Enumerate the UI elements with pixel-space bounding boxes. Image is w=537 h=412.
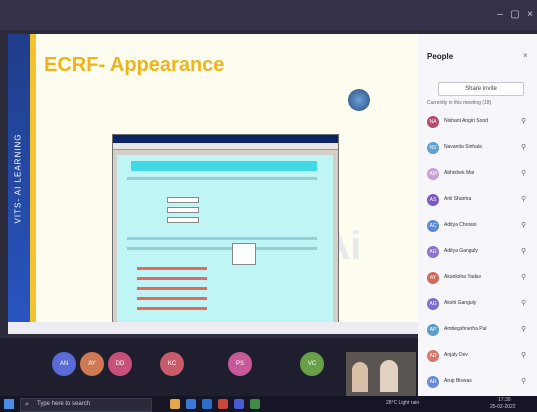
- participant-tile[interactable]: PS: [228, 352, 252, 376]
- participant-name: Nishant Angiri Sood: [444, 118, 488, 124]
- participant-row[interactable]: AP Ambegshnerha Pal ⚲: [418, 320, 537, 340]
- slide-logo: [348, 89, 370, 111]
- teams-icon[interactable]: [234, 399, 244, 409]
- slide-title: ECRF- Appearance: [44, 54, 225, 76]
- participant-name: Arup Biswas: [444, 378, 472, 384]
- share-invite-button[interactable]: Share invite: [438, 82, 524, 96]
- participant-row[interactable]: AS Anil Sharma ⚲: [418, 190, 537, 210]
- participant-name: Abhishek Mai: [444, 170, 475, 176]
- windows-taskbar: ⌕ Type here to search 28°C Light rain 17…: [0, 396, 537, 412]
- excel-icon[interactable]: [250, 399, 260, 409]
- participant-tile[interactable]: DD: [108, 352, 132, 376]
- ecrf-field: [167, 207, 199, 213]
- participant-tile[interactable]: VC: [300, 352, 324, 376]
- participant-name: Navanita Sinhala: [444, 144, 482, 150]
- avatar: AY: [427, 272, 439, 284]
- ecrf-row-red: [137, 277, 207, 280]
- ecrf-titlebar: [113, 135, 338, 143]
- participant-row[interactable]: AR Arup Biswas ⚲: [418, 372, 537, 392]
- participant-row[interactable]: AC Aditya Chotani ⚲: [418, 216, 537, 236]
- mic-muted-icon: ⚲: [521, 248, 527, 255]
- participant-row[interactable]: AD Anjaly Dev ⚲: [418, 346, 537, 366]
- avatar: AS: [427, 194, 439, 206]
- avatar: AR: [427, 376, 439, 388]
- ecrf-field: [167, 197, 199, 203]
- ecrf-row-red: [137, 267, 207, 270]
- participant-row[interactable]: AG Akshi Ganguly ⚲: [418, 294, 537, 314]
- ecrf-row: [127, 237, 317, 240]
- powerpoint-icon[interactable]: [218, 399, 228, 409]
- close-icon[interactable]: ×: [523, 51, 528, 60]
- weather-text: 28°C Light rain: [386, 400, 420, 406]
- mic-muted-icon: ⚲: [521, 170, 527, 177]
- video-person: [352, 362, 368, 392]
- window-titlebar: – ▢ ×: [0, 0, 537, 30]
- mic-muted-icon: ⚲: [521, 222, 527, 229]
- people-title: People: [427, 52, 454, 61]
- mic-muted-icon: ⚲: [521, 326, 527, 333]
- ecrf-screenshot: [112, 134, 339, 334]
- ecrf-row-red: [137, 297, 207, 300]
- participant-row[interactable]: AG Aditya Ganguly ⚲: [418, 242, 537, 262]
- taskbar-search-input[interactable]: ⌕ Type here to search: [20, 398, 152, 412]
- slide-controls: [8, 322, 418, 334]
- maximize-icon[interactable]: ▢: [510, 10, 520, 20]
- participant-row[interactable]: NA Nishant Angiri Sood ⚲: [418, 112, 537, 132]
- avatar: AD: [427, 350, 439, 362]
- ecrf-row-red: [137, 307, 207, 310]
- participant-name: Ambegshnerha Pal: [444, 326, 487, 332]
- avatar: NS: [427, 142, 439, 154]
- ecrf-form-header: [131, 161, 317, 171]
- ecrf-row: [127, 177, 317, 180]
- close-window-icon[interactable]: ×: [525, 10, 535, 20]
- windows-start-icon[interactable]: [4, 399, 14, 409]
- participant-name: Akshi Ganguly: [444, 300, 477, 306]
- participant-row[interactable]: AY Akanksha Yadav ⚲: [418, 268, 537, 288]
- avatar: NA: [427, 116, 439, 128]
- word-icon[interactable]: [202, 399, 212, 409]
- slide-brand-text: VITS- AI LEARNING: [13, 133, 23, 224]
- shared-slide: VITS- AI LEARNING ECRF- Appearance -Ai: [8, 34, 418, 334]
- mic-muted-icon: ⚲: [521, 118, 527, 125]
- avatar: AG: [427, 246, 439, 258]
- participant-name: Akanksha Yadav: [444, 274, 482, 280]
- mic-muted-icon: ⚲: [521, 300, 527, 307]
- ecrf-row-red: [137, 287, 207, 290]
- participant-name: Aditya Ganguly: [444, 248, 478, 254]
- participant-name: Anjaly Dev: [444, 352, 468, 358]
- participant-tile[interactable]: AY: [80, 352, 104, 376]
- ecrf-form: [117, 155, 333, 334]
- ecrf-row: [127, 247, 317, 250]
- edge-icon[interactable]: [186, 399, 196, 409]
- self-video: [346, 352, 416, 396]
- participant-name: Aditya Chotani: [444, 222, 477, 228]
- people-panel: People × Share invite Currently in this …: [418, 34, 537, 396]
- ecrf-menu: [113, 143, 338, 150]
- mic-muted-icon: ⚲: [521, 196, 527, 203]
- participant-row[interactable]: NS Navanita Sinhala ⚲: [418, 138, 537, 158]
- avatar: AM: [427, 168, 439, 180]
- minimize-icon[interactable]: –: [495, 10, 505, 20]
- mic-muted-icon: ⚲: [521, 378, 527, 385]
- meeting-section-label: Currently in this meeting (18): [427, 100, 492, 106]
- avatar: AC: [427, 220, 439, 232]
- participant-row[interactable]: AM Abhishek Mai ⚲: [418, 164, 537, 184]
- mic-muted-icon: ⚲: [521, 352, 527, 359]
- participant-tile[interactable]: AN: [52, 352, 76, 376]
- participant-tile[interactable]: KC: [160, 352, 184, 376]
- ecrf-dropdown: [232, 243, 256, 265]
- video-person: [380, 360, 398, 392]
- avatar: AG: [427, 298, 439, 310]
- clock-time: 17:30: [498, 397, 511, 403]
- slide-accent-bar: [30, 34, 36, 334]
- file-explorer-icon[interactable]: [170, 399, 180, 409]
- mic-muted-icon: ⚲: [521, 274, 527, 281]
- search-icon: ⌕: [25, 401, 29, 408]
- clock-date: 25-02-2022: [490, 404, 516, 410]
- participant-name: Anil Sharma: [444, 196, 472, 202]
- taskbar-search-placeholder: Type here to search: [37, 401, 91, 407]
- mic-muted-icon: ⚲: [521, 144, 527, 151]
- avatar: AP: [427, 324, 439, 336]
- ecrf-field: [167, 217, 199, 223]
